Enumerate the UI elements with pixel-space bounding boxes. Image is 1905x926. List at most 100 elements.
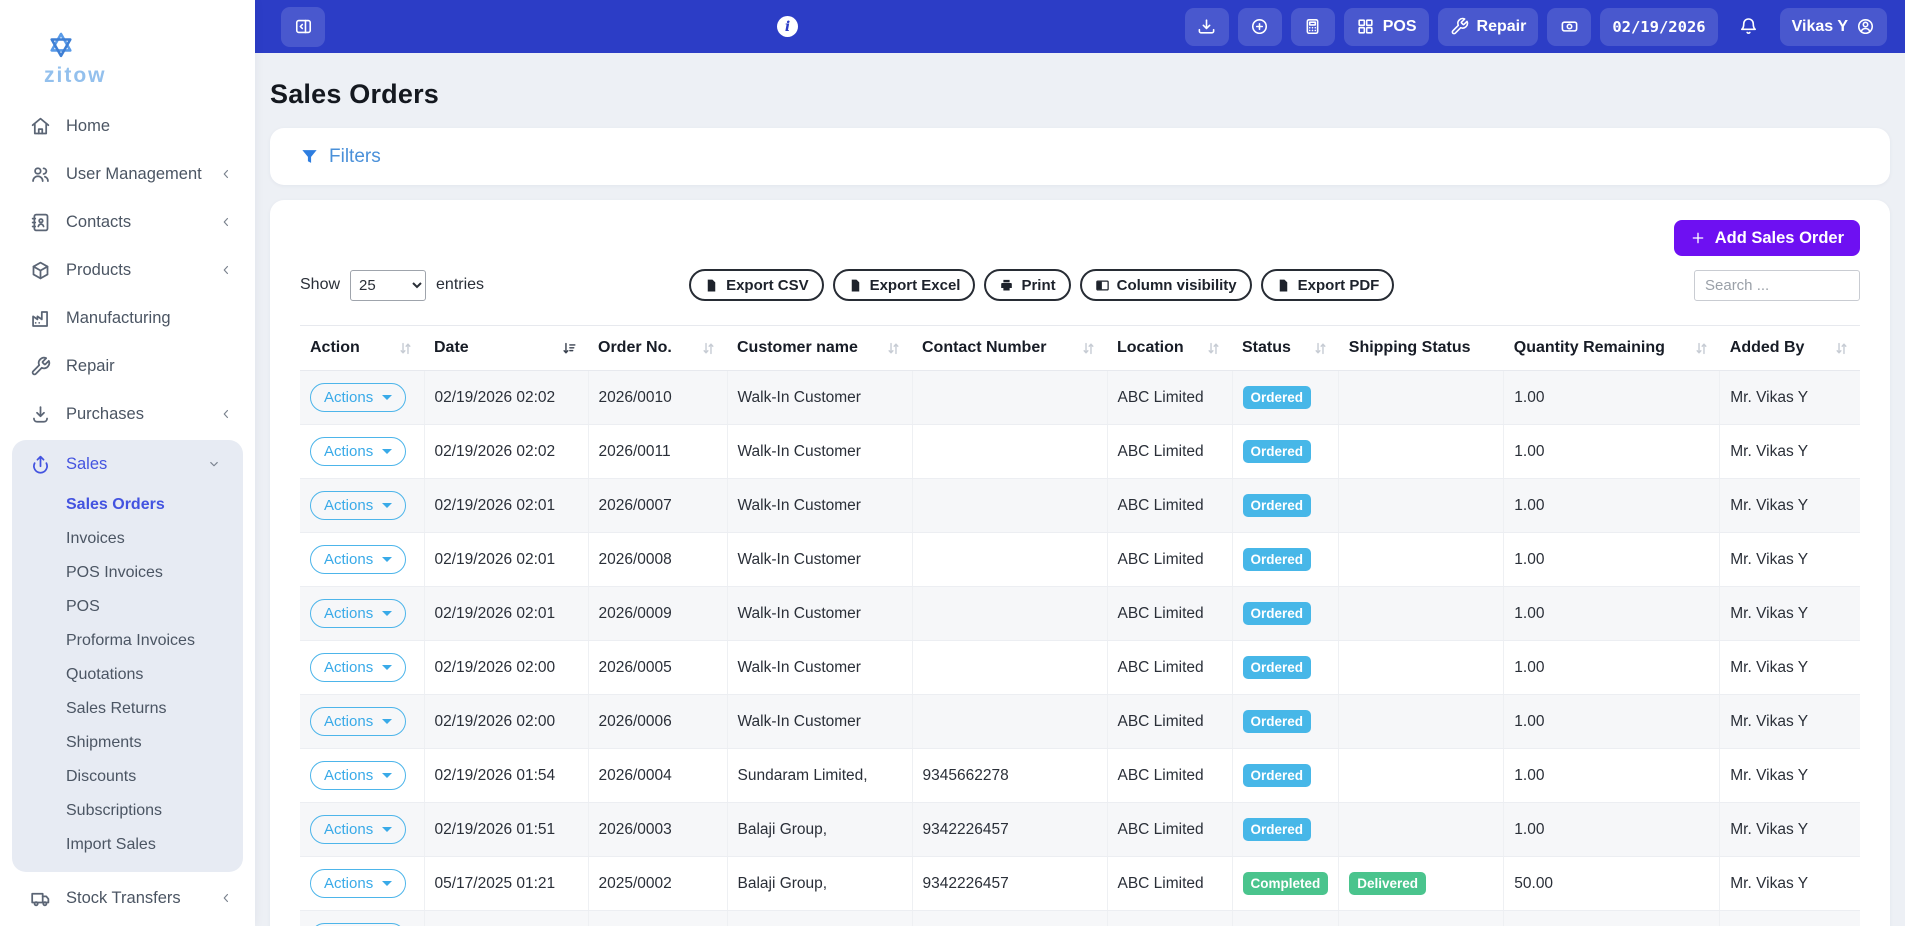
status-badge: Ordered <box>1243 602 1312 625</box>
sidebar-item-pos[interactable]: POS <box>12 590 243 624</box>
sidebar-item-label: Sales <box>66 455 207 474</box>
column-header-added-by[interactable]: Added By <box>1720 326 1860 371</box>
row-actions-button[interactable]: Actions <box>310 437 406 466</box>
sidebar-item-shipments[interactable]: Shipments <box>12 726 243 760</box>
column-header-status[interactable]: Status <box>1232 326 1339 371</box>
row-actions-button[interactable]: Actions <box>310 545 406 574</box>
wrench-icon <box>1450 17 1469 36</box>
navbar-download-button[interactable] <box>1185 8 1229 46</box>
navbar-plus-circle-button[interactable] <box>1238 8 1282 46</box>
navbar-cash-register-button[interactable] <box>1547 8 1591 46</box>
page-length-select[interactable]: 25 <box>350 270 426 301</box>
cell-order-no: 2025/0001 <box>588 911 727 926</box>
sidebar-item-user-management[interactable]: User Management <box>0 150 255 198</box>
navbar-vikas-y-button[interactable]: Vikas Y <box>1780 8 1887 46</box>
navbar-calculator-button[interactable] <box>1291 8 1335 46</box>
cell-order-no: 2026/0009 <box>588 587 727 641</box>
navbar-02-19-2026-button[interactable]: 02/19/2026 <box>1600 8 1717 46</box>
cell-quantity-remaining: 1.00 <box>1504 587 1720 641</box>
sidebar-item-home[interactable]: Home <box>0 102 255 150</box>
sidebar-item-purchases[interactable]: Purchases <box>0 390 255 438</box>
column-header-customer-name[interactable]: Customer name <box>727 326 912 371</box>
column-header-quantity-remaining[interactable]: Quantity Remaining <box>1504 326 1720 371</box>
info-icon[interactable]: i <box>777 16 798 37</box>
cell-quantity-remaining: 1.00 <box>1504 695 1720 749</box>
search-input[interactable] <box>1694 270 1860 301</box>
sidebar-item-proforma-invoices[interactable]: Proforma Invoices <box>12 624 243 658</box>
cell-quantity-remaining: 1,000.00 <box>1504 911 1720 926</box>
status-badge: Ordered <box>1243 440 1312 463</box>
cash-register-icon <box>1560 17 1579 36</box>
actions-label: Actions <box>324 659 373 676</box>
export-excel-button[interactable]: Export Excel <box>833 269 976 301</box>
column-header-contact-number[interactable]: Contact Number <box>912 326 1107 371</box>
chevron-left-icon <box>219 263 233 277</box>
grid-icon <box>1356 17 1375 36</box>
row-actions-button[interactable]: Actions <box>310 653 406 682</box>
actions-label: Actions <box>324 497 373 514</box>
filters-panel[interactable]: Filters <box>270 128 1890 185</box>
add-sales-order-button[interactable]: Add Sales Order <box>1674 220 1860 256</box>
top-navbar: i POSRepair 02/19/2026 Vikas Y <box>255 0 1905 53</box>
sidebar-item-manufacturing[interactable]: Manufacturing <box>0 294 255 342</box>
navbar-bell-button[interactable] <box>1727 8 1771 46</box>
navbar-repair-button[interactable]: Repair <box>1438 8 1539 46</box>
cell-customer-name: Walk-In Customer <box>727 371 912 425</box>
cell-added-by: Mr. Vikas Y <box>1720 533 1860 587</box>
sidebar-item-discounts[interactable]: Discounts <box>12 760 243 794</box>
row-actions-button[interactable]: Actions <box>310 707 406 736</box>
sidebar-item-products[interactable]: Products <box>0 246 255 294</box>
row-actions-button[interactable]: Actions <box>310 761 406 790</box>
sort-both-icon <box>1693 340 1710 357</box>
sidebar-item-sales-returns[interactable]: Sales Returns <box>12 692 243 726</box>
table-row: Actions02/19/2026 02:022026/0011Walk-In … <box>300 425 1860 479</box>
sidebar-item-quotations[interactable]: Quotations <box>12 658 243 692</box>
sidebar-item-pos-invoices[interactable]: POS Invoices <box>12 556 243 590</box>
column-header-location[interactable]: Location <box>1107 326 1232 371</box>
sidebar-item-import-sales[interactable]: Import Sales <box>12 828 243 862</box>
sidebar-item-stock-transfers[interactable]: Stock Transfers <box>0 874 255 922</box>
main-content: Sales Orders Filters Add Sales Order Sho… <box>255 53 1905 926</box>
cell-status: Ordered <box>1232 479 1339 533</box>
sidebar-item-contacts[interactable]: Contacts <box>0 198 255 246</box>
print-button[interactable]: Print <box>984 269 1070 301</box>
cell-date: 02/19/2026 02:00 <box>424 695 588 749</box>
sidebar-group-sales: Sales Sales OrdersInvoicesPOS InvoicesPOS… <box>12 440 243 872</box>
column-label: Action <box>310 339 360 357</box>
row-actions-button[interactable]: Actions <box>310 491 406 520</box>
export-csv-button[interactable]: Export CSV <box>689 269 824 301</box>
sort-both-icon <box>1205 340 1222 357</box>
export-button-label: Export Excel <box>870 277 961 294</box>
row-actions-button[interactable]: Actions <box>310 599 406 628</box>
cell-location: ABC Limited <box>1107 533 1232 587</box>
cell-added-by: Mr. Vikas Y <box>1720 587 1860 641</box>
export-pdf-button[interactable]: Export PDF <box>1261 269 1395 301</box>
export-button-label: Column visibility <box>1117 277 1237 294</box>
column-header-action[interactable]: Action <box>300 326 424 371</box>
sidebar-item-stock-adjustment[interactable]: Stock Adjustment <box>0 922 255 926</box>
cell-status: Ordered <box>1232 695 1339 749</box>
sidebar-item-sales[interactable]: Sales <box>12 440 243 488</box>
cell-contact-number <box>912 641 1107 695</box>
caret-down-icon <box>382 773 392 778</box>
sort-both-icon <box>885 340 902 357</box>
sidebar-item-invoices[interactable]: Invoices <box>12 522 243 556</box>
sidebar-item-repair[interactable]: Repair <box>0 342 255 390</box>
row-actions-button[interactable]: Actions <box>310 383 406 412</box>
row-actions-button[interactable]: Actions <box>310 815 406 844</box>
chevron-left-icon <box>219 215 233 229</box>
column-header-date[interactable]: Date <box>424 326 588 371</box>
cell-quantity-remaining: 1.00 <box>1504 371 1720 425</box>
sidebar-item-sales-orders[interactable]: Sales Orders <box>12 488 243 522</box>
column-visibility-button[interactable]: Column visibility <box>1080 269 1252 301</box>
chevron-left-icon <box>219 167 233 181</box>
sidebar-toggle-button[interactable] <box>281 7 325 47</box>
row-actions-button[interactable]: Actions <box>310 869 406 898</box>
navbar-pos-button[interactable]: POS <box>1344 8 1429 46</box>
column-label: Status <box>1242 339 1291 357</box>
sidebar-item-subscriptions[interactable]: Subscriptions <box>12 794 243 828</box>
column-header-order-no[interactable]: Order No. <box>588 326 727 371</box>
cell-status: Ordered <box>1232 641 1339 695</box>
column-header-shipping-status[interactable]: Shipping Status <box>1339 326 1504 371</box>
cell-quantity-remaining: 1.00 <box>1504 479 1720 533</box>
